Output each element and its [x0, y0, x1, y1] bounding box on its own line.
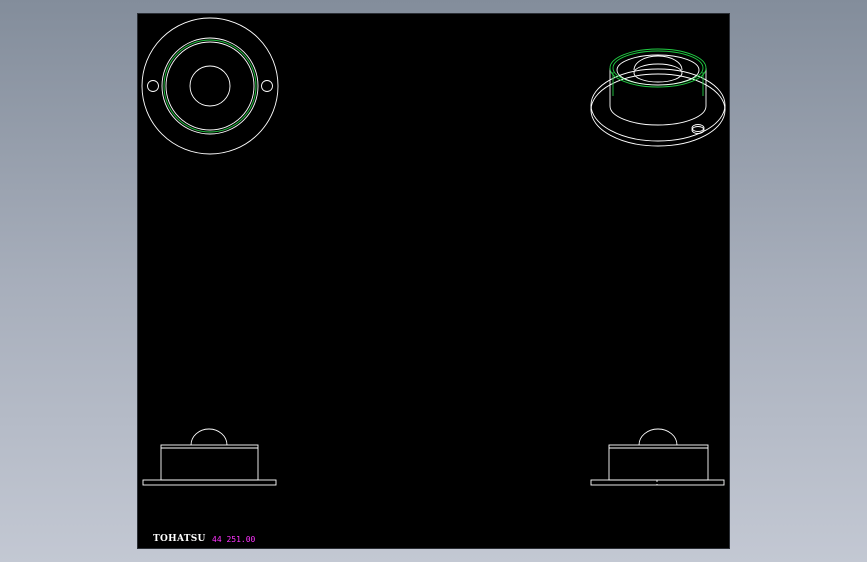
body-inner-circle — [165, 41, 255, 131]
body-highlight-circle — [163, 39, 257, 133]
body-housing — [608, 444, 709, 481]
ball-dome — [190, 428, 228, 446]
front-view-right — [590, 428, 725, 486]
cad-drawing-canvas[interactable]: TOHATSU 44 251.00 — [137, 13, 730, 549]
top-view — [141, 17, 279, 155]
iso-ball-seat — [633, 63, 683, 83]
iso-flange-top — [590, 68, 726, 142]
isometric-view — [590, 48, 726, 147]
right-mounting-hole — [261, 80, 273, 92]
body-outer-circle — [161, 37, 259, 135]
front-view-left — [142, 428, 277, 486]
ball-circle — [189, 65, 231, 107]
iso-body-top-white — [616, 54, 700, 86]
drawing-svg — [141, 17, 726, 486]
flange-base — [590, 479, 725, 486]
brand-logo: TOHATSU — [153, 534, 206, 544]
part-number-label: 44 251.00 — [212, 535, 256, 544]
iso-mounting-hole-lower — [691, 126, 705, 134]
flange-base — [142, 479, 277, 486]
ball-dome — [638, 428, 678, 446]
iso-mounting-hole — [691, 124, 705, 132]
iso-body-bottom-arc — [609, 105, 707, 126]
body-housing — [160, 444, 259, 481]
left-mounting-hole — [147, 80, 159, 92]
iso-ball-dome — [633, 55, 683, 71]
